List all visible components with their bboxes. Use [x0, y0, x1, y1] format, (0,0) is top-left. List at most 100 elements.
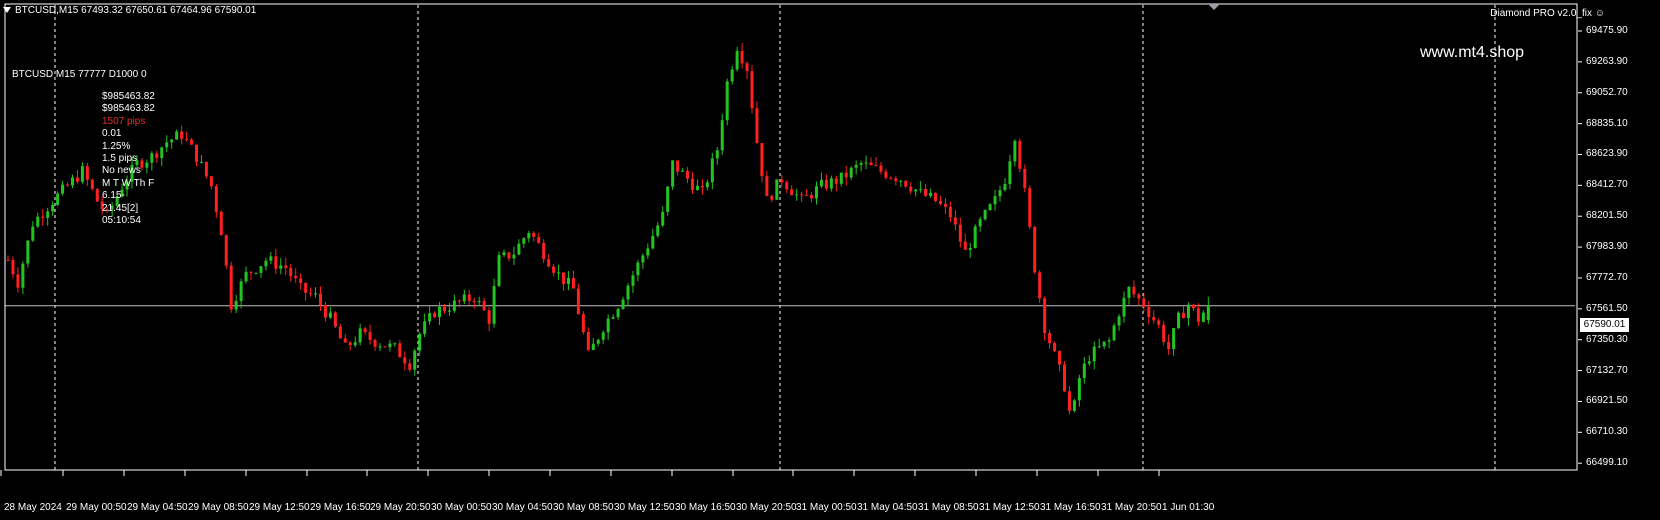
- candle-body: [700, 185, 704, 188]
- candle-body: [953, 217, 957, 225]
- candle-body: [894, 178, 898, 182]
- candle-body: [671, 160, 675, 187]
- candle-body: [75, 177, 79, 182]
- candle-body: [214, 186, 218, 212]
- candle-body: [542, 243, 546, 260]
- candle-body: [363, 328, 367, 332]
- candle-body: [487, 310, 491, 324]
- candle-body: [889, 177, 893, 179]
- candle-body: [948, 206, 952, 218]
- candle-body: [750, 71, 754, 109]
- candle-body: [968, 248, 972, 250]
- candle-body: [497, 255, 501, 287]
- candle-body: [383, 346, 387, 348]
- info-line: 1507 pips: [102, 115, 146, 127]
- candle-body: [745, 63, 749, 72]
- candle-body: [557, 272, 561, 274]
- candle-body: [254, 272, 258, 274]
- candle-body: [566, 277, 570, 285]
- candle-body: [264, 260, 268, 267]
- candle-body: [1201, 312, 1205, 322]
- candle-body: [90, 179, 94, 189]
- time-tick-label: 31 May 12:50: [979, 502, 1040, 513]
- candle-body: [472, 300, 476, 302]
- candle-body: [482, 301, 486, 311]
- candle-body: [1177, 312, 1181, 329]
- candle-body: [442, 306, 446, 311]
- candle-body: [904, 180, 908, 187]
- candle-body: [348, 342, 352, 346]
- candle-body: [428, 313, 432, 322]
- session-separators: [5, 5, 1575, 470]
- candle-body: [358, 328, 362, 343]
- time-tick-label: 31 May 16:50: [1040, 502, 1101, 513]
- candle-body: [576, 288, 580, 315]
- symbol-bar[interactable]: BTCUSD,M15 67493.32 67650.61 67464.96 67…: [3, 5, 256, 16]
- candle-body: [963, 241, 967, 250]
- candle-body: [839, 172, 843, 184]
- symbol-ohlc-label: BTCUSD,M15 67493.32 67650.61 67464.96 67…: [15, 5, 257, 16]
- candle-body: [85, 166, 89, 180]
- candle-body: [378, 346, 382, 348]
- candle-body: [1172, 328, 1176, 350]
- candle-body: [244, 271, 248, 282]
- candle-body: [596, 339, 600, 344]
- candle-body: [343, 338, 347, 343]
- candle-body: [874, 165, 878, 167]
- candlestick-plot[interactable]: [0, 0, 1660, 520]
- candle-body: [1107, 340, 1111, 342]
- candle-body: [611, 317, 615, 319]
- candle-body: [492, 286, 496, 324]
- price-tick-label: 68201.50: [1586, 210, 1628, 222]
- candle-body: [859, 163, 863, 165]
- candle-body: [770, 195, 774, 200]
- candle-body: [800, 194, 804, 196]
- candle-body: [983, 210, 987, 220]
- info-line: $985463.82: [102, 91, 155, 102]
- candle-body: [318, 293, 322, 306]
- candle-body: [795, 194, 799, 196]
- candle-body: [16, 274, 20, 288]
- candle-body: [998, 190, 1002, 197]
- indicator-label[interactable]: Diamond PRO v2.0_fix ☺: [1490, 8, 1605, 19]
- candle-body: [388, 343, 392, 348]
- candle-body: [790, 189, 794, 196]
- dropdown-arrow-icon[interactable]: [3, 7, 11, 14]
- info-line: 1.25%: [102, 140, 131, 152]
- candle-body: [958, 224, 962, 242]
- candle-body: [249, 271, 253, 273]
- chart-window[interactable]: BTCUSD,M15 67493.32 67650.61 67464.96 67…: [0, 0, 1660, 520]
- candle-body: [715, 150, 719, 159]
- chart-frame: [0, 3, 1582, 476]
- candle-body: [70, 177, 74, 186]
- candle-body: [805, 194, 809, 196]
- candle-body: [229, 265, 233, 310]
- time-tick-label: 31 May 20:50: [1101, 502, 1162, 513]
- candle-body: [1196, 308, 1200, 322]
- candle-body: [636, 262, 640, 276]
- candle-body: [1132, 286, 1136, 295]
- time-tick-label: 30 May 16:50: [675, 502, 736, 513]
- candle-body: [338, 326, 342, 339]
- candle-body: [398, 343, 402, 358]
- candle-body: [646, 248, 650, 256]
- candle-body: [899, 180, 903, 182]
- candle-body: [160, 147, 164, 159]
- candle-body: [477, 301, 481, 303]
- candle-body: [368, 331, 372, 340]
- candle-body: [1058, 351, 1062, 365]
- candle-body: [433, 313, 437, 318]
- shift-marker-icon: [1208, 4, 1220, 10]
- candle-body: [80, 166, 84, 182]
- info-panel: BTCUSD M15 77777 D1000 0 $985463.82 $9854…: [12, 69, 155, 226]
- candle-body: [219, 211, 223, 236]
- watermark-text: www.mt4.shop: [1420, 44, 1525, 61]
- candle-body: [333, 312, 337, 327]
- info-line: No news: [102, 165, 141, 177]
- candle-body: [676, 160, 680, 172]
- candle-body: [1167, 341, 1171, 350]
- candle-body: [924, 188, 928, 196]
- time-tick-label: 1 Jun 01:30: [1162, 502, 1215, 513]
- candle-body: [190, 139, 194, 145]
- candle-body: [467, 294, 471, 301]
